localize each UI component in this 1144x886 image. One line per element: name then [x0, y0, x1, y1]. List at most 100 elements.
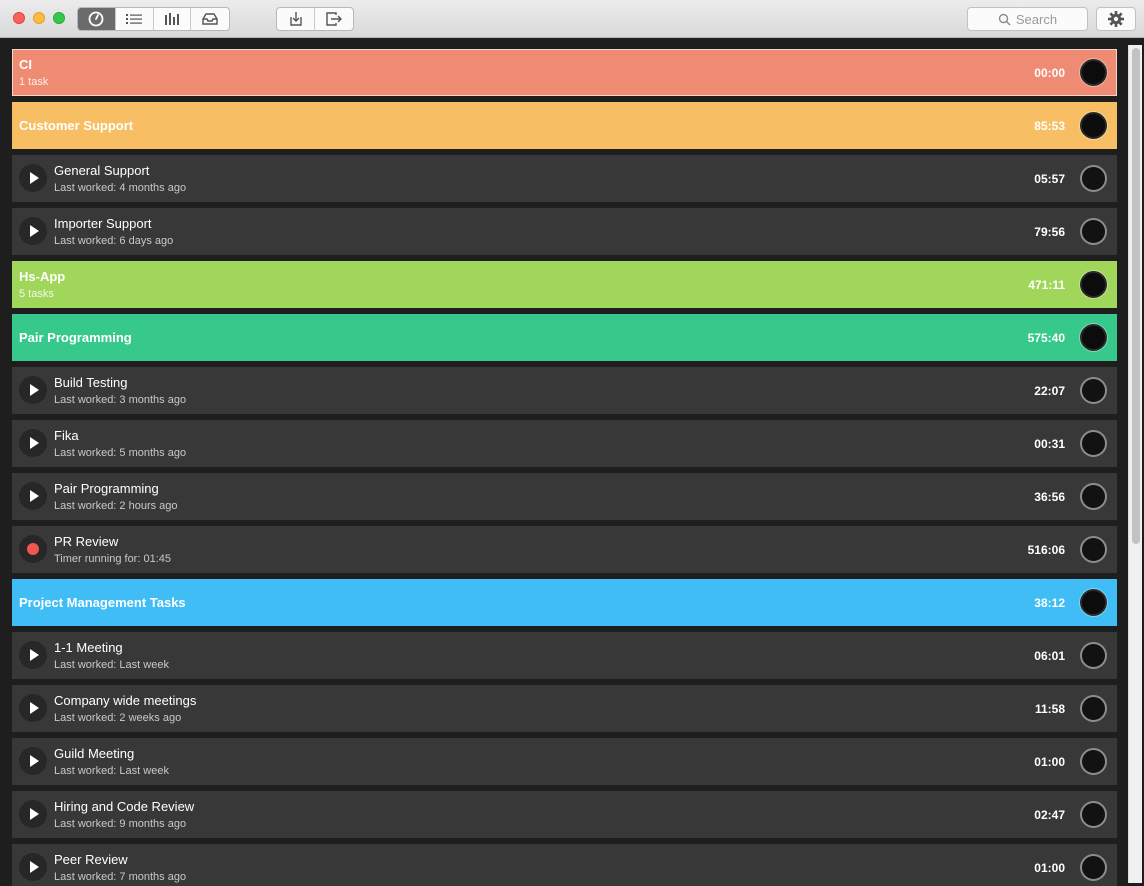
status-circle-button[interactable]	[1080, 801, 1107, 828]
start-timer-button[interactable]	[19, 164, 47, 192]
task-row[interactable]: Guild Meeting Last worked: Last week 01:00	[12, 738, 1117, 785]
project-group-row[interactable]: CI 1 task 00:00	[12, 49, 1117, 96]
status-circle-button[interactable]	[1080, 589, 1107, 616]
project-title: Pair Programming	[19, 330, 132, 345]
project-group-row[interactable]: Customer Support 85:53	[12, 102, 1117, 149]
start-timer-button[interactable]	[19, 853, 47, 881]
project-title: Hs-App	[19, 269, 66, 284]
total-time: 36:56	[1034, 490, 1065, 504]
inbox-icon	[202, 13, 218, 25]
project-group-row[interactable]: Hs-App 5 tasks 471:11	[12, 261, 1117, 308]
status-circle-button[interactable]	[1080, 854, 1107, 881]
status-circle-button[interactable]	[1080, 536, 1107, 563]
export-icon	[326, 12, 342, 26]
project-title: Customer Support	[19, 118, 134, 133]
project-task-count: 1 task	[19, 76, 49, 88]
total-time: 516:06	[1027, 543, 1065, 557]
status-circle-button[interactable]	[1080, 430, 1107, 457]
project-group-row[interactable]: Project Management Tasks 38:12	[12, 579, 1117, 626]
status-circle-button[interactable]	[1080, 324, 1107, 351]
start-timer-button[interactable]	[19, 641, 47, 669]
task-title: Build Testing	[54, 375, 128, 390]
task-row[interactable]: General Support Last worked: 4 months ago…	[12, 155, 1117, 202]
total-time: 01:00	[1034, 861, 1065, 875]
title-bar: Search	[0, 0, 1144, 38]
status-circle-button[interactable]	[1080, 271, 1107, 298]
status-circle-button[interactable]	[1080, 112, 1107, 139]
total-time: 00:31	[1034, 437, 1065, 451]
project-title: CI	[19, 57, 32, 72]
play-icon	[30, 755, 39, 767]
task-title: 1-1 Meeting	[54, 640, 123, 655]
start-timer-button[interactable]	[19, 376, 47, 404]
start-timer-button[interactable]	[19, 800, 47, 828]
play-icon	[30, 384, 39, 396]
project-task-count: 5 tasks	[19, 288, 54, 300]
close-window-button[interactable]	[13, 12, 25, 24]
task-last-worked: Last worked: 2 weeks ago	[54, 712, 182, 724]
total-time: 02:47	[1034, 808, 1065, 822]
task-row[interactable]: Company wide meetings Last worked: 2 week…	[12, 685, 1117, 732]
stop-timer-button[interactable]	[19, 535, 47, 563]
start-timer-button[interactable]	[19, 747, 47, 775]
list-view-button[interactable]	[116, 8, 154, 30]
play-icon	[30, 702, 39, 714]
task-last-worked: Last worked: Last week	[54, 659, 169, 671]
play-icon	[30, 437, 39, 449]
task-row[interactable]: Hiring and Code Review Last worked: 9 mon…	[12, 791, 1117, 838]
total-time: 06:01	[1034, 649, 1065, 663]
task-last-worked: Last worked: 9 months ago	[54, 818, 187, 830]
task-row[interactable]: Build Testing Last worked: 3 months ago 22…	[12, 367, 1117, 414]
start-timer-button[interactable]	[19, 429, 47, 457]
task-row[interactable]: PR Review Timer running for: 01:45 516:06	[12, 526, 1117, 573]
status-circle-button[interactable]	[1080, 483, 1107, 510]
status-circle-button[interactable]	[1080, 642, 1107, 669]
inbox-view-button[interactable]	[191, 8, 229, 30]
task-row[interactable]: Peer Review Last worked: 7 months ago 01:0…	[12, 844, 1117, 886]
task-row[interactable]: Importer Support Last worked: 6 days ago 7…	[12, 208, 1117, 255]
status-circle-button[interactable]	[1080, 165, 1107, 192]
task-row[interactable]: Pair Programming Last worked: 2 hours ago…	[12, 473, 1117, 520]
total-time: 38:12	[1034, 596, 1065, 610]
start-timer-button[interactable]	[19, 482, 47, 510]
task-last-worked: Last worked: 3 months ago	[54, 394, 187, 406]
status-circle-button[interactable]	[1080, 377, 1107, 404]
task-last-worked: Last worked: 6 days ago	[54, 235, 174, 247]
task-title: Peer Review	[54, 852, 128, 867]
vertical-scrollbar[interactable]	[1128, 45, 1142, 883]
task-title: Pair Programming	[54, 481, 159, 496]
total-time: 11:58	[1034, 702, 1065, 716]
task-title: Guild Meeting	[54, 746, 135, 761]
task-last-worked: Timer running for: 01:45	[54, 553, 171, 565]
start-timer-button[interactable]	[19, 694, 47, 722]
total-time: 575:40	[1027, 331, 1065, 345]
task-row[interactable]: 1-1 Meeting Last worked: Last week 06:01	[12, 632, 1117, 679]
start-timer-button[interactable]	[19, 217, 47, 245]
export-button[interactable]	[315, 8, 353, 30]
settings-button[interactable]	[1096, 7, 1136, 31]
status-circle-button[interactable]	[1080, 59, 1107, 86]
total-time: 85:53	[1034, 119, 1065, 133]
play-icon	[30, 225, 39, 237]
play-icon	[30, 172, 39, 184]
total-time: 00:00	[1034, 66, 1065, 80]
project-group-row[interactable]: Pair Programming 575:40	[12, 314, 1117, 361]
status-circle-button[interactable]	[1080, 748, 1107, 775]
zoom-window-button[interactable]	[53, 12, 65, 24]
search-field[interactable]: Search	[967, 7, 1088, 31]
import-button[interactable]	[277, 8, 315, 30]
reports-view-button[interactable]	[154, 8, 192, 30]
import-icon	[289, 12, 302, 26]
scroll-thumb[interactable]	[1132, 48, 1140, 544]
play-icon	[30, 808, 39, 820]
task-last-worked: Last worked: 4 months ago	[54, 182, 187, 194]
minimize-window-button[interactable]	[33, 12, 45, 24]
task-last-worked: Last worked: 2 hours ago	[54, 500, 178, 512]
status-circle-button[interactable]	[1080, 218, 1107, 245]
status-circle-button[interactable]	[1080, 695, 1107, 722]
task-row[interactable]: Fika Last worked: 5 months ago 00:31	[12, 420, 1117, 467]
task-last-worked: Last worked: 7 months ago	[54, 871, 187, 883]
task-title: PR Review	[54, 534, 119, 549]
total-time: 05:57	[1034, 172, 1065, 186]
timer-view-button[interactable]	[78, 8, 116, 30]
